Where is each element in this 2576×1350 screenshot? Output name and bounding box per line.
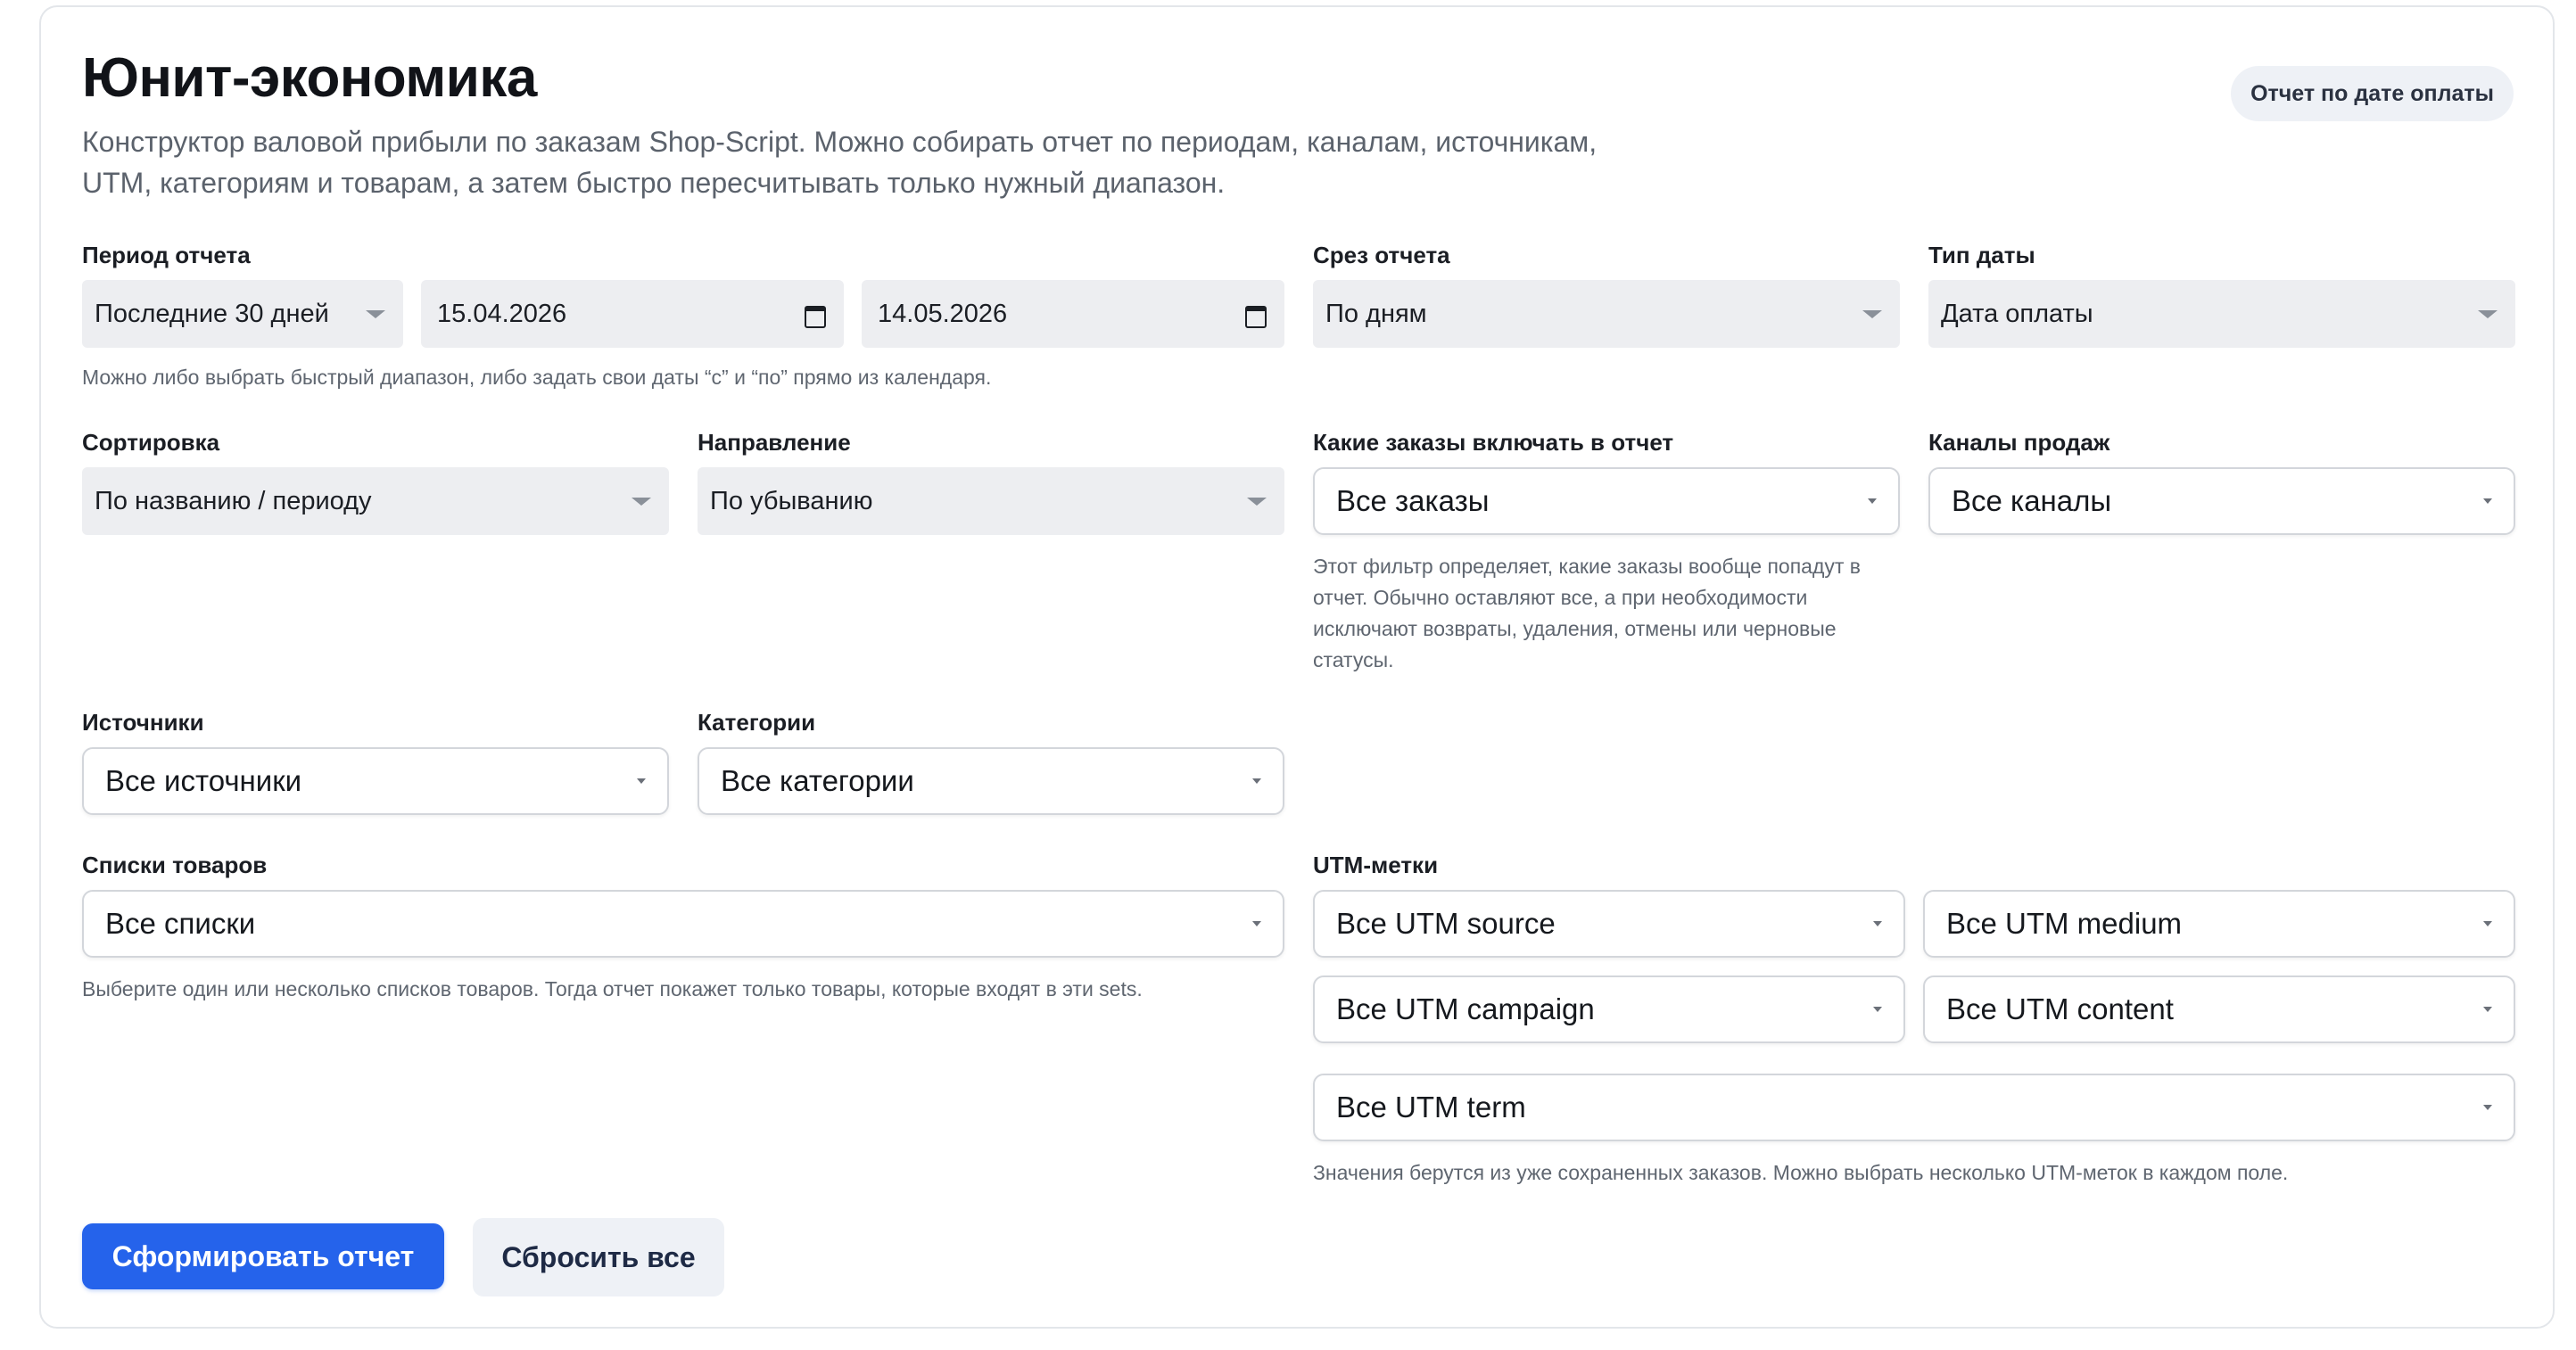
date-to-value: 14.05.2026	[878, 299, 1008, 328]
utm-source-select[interactable]: Все UTM source	[1313, 890, 1905, 958]
categories-value: Все категории	[721, 764, 914, 797]
sources-select[interactable]: Все источники	[82, 747, 669, 815]
orders-value: Все заказы	[1336, 484, 1490, 517]
chevron-down-icon	[1862, 309, 1882, 318]
report-filter-card: Юнит-экономика Конструктор валовой прибы…	[39, 5, 2555, 1329]
chevron-down-icon	[1252, 921, 1261, 926]
date-type-select[interactable]: Дата оплаты	[1928, 280, 2515, 348]
utm-content-value: Все UTM content	[1946, 992, 2174, 1025]
period-hint: Можно либо выбрать быстрый диапазон, либ…	[82, 366, 992, 389]
orders-label: Какие заказы включать в отчет	[1313, 429, 1674, 456]
utm-medium-select[interactable]: Все UTM medium	[1923, 890, 2515, 958]
period-preset-select[interactable]: Последние 30 дней	[82, 280, 403, 348]
chevron-down-icon	[1247, 497, 1267, 506]
page-description: Конструктор валовой прибыли по заказам S…	[82, 126, 1598, 199]
product-lists-label: Списки товаров	[82, 852, 268, 878]
chevron-down-icon	[2478, 309, 2498, 318]
sort-value: По названию / периоду	[95, 486, 372, 515]
utm-hint: Значения берутся из уже сохраненных зака…	[1313, 1161, 2289, 1184]
product-lists-select[interactable]: Все списки	[82, 890, 1284, 958]
orders-select[interactable]: Все заказы	[1313, 467, 1900, 535]
report-by-payment-date-button[interactable]: Отчет по дате оплаты	[2231, 66, 2514, 121]
date-from-value: 15.04.2026	[437, 299, 567, 328]
product-lists-hint: Выберите один или несколько списков това…	[82, 977, 1143, 1000]
chevron-down-icon	[1873, 921, 1882, 926]
chevron-down-icon	[1868, 498, 1877, 504]
chevron-down-icon	[637, 778, 646, 784]
utm-term-value: Все UTM term	[1336, 1091, 1526, 1124]
utm-term-select[interactable]: Все UTM term	[1313, 1074, 2515, 1141]
chevron-down-icon	[366, 309, 385, 318]
date-type-value: Дата оплаты	[1941, 299, 2093, 328]
orders-hint: Этот фильтр определяет, какие заказы воо…	[1313, 555, 1862, 671]
chevron-down-icon	[2483, 1007, 2492, 1012]
utm-medium-value: Все UTM medium	[1946, 907, 2183, 940]
calendar-icon[interactable]	[805, 303, 826, 328]
chevron-down-icon	[1252, 778, 1261, 784]
period-label: Период отчета	[82, 242, 251, 268]
chevron-down-icon	[2483, 921, 2492, 926]
chevron-down-icon	[2483, 1105, 2492, 1110]
sources-value: Все источники	[105, 764, 302, 797]
date-type-label: Тип даты	[1928, 242, 2035, 268]
channels-select[interactable]: Все каналы	[1928, 467, 2515, 535]
utm-campaign-select[interactable]: Все UTM campaign	[1313, 975, 1905, 1043]
date-from-input[interactable]: 15.04.2026	[421, 280, 844, 348]
categories-select[interactable]: Все категории	[698, 747, 1284, 815]
utm-campaign-value: Все UTM campaign	[1336, 992, 1595, 1025]
utm-label: UTM-метки	[1313, 852, 1439, 878]
slice-value: По дням	[1325, 299, 1427, 328]
chevron-down-icon	[1873, 1007, 1882, 1012]
chevron-down-icon	[632, 497, 651, 506]
direction-value: По убыванию	[710, 486, 873, 515]
sort-label: Сортировка	[82, 429, 220, 456]
reset-all-button[interactable]: Сбросить все	[473, 1218, 724, 1296]
calendar-icon[interactable]	[1245, 303, 1267, 328]
sources-label: Источники	[82, 709, 204, 736]
slice-label: Срез отчета	[1313, 242, 1450, 268]
date-to-input[interactable]: 14.05.2026	[862, 280, 1284, 348]
channels-value: Все каналы	[1952, 484, 2112, 517]
utm-content-select[interactable]: Все UTM content	[1923, 975, 2515, 1043]
slice-select[interactable]: По дням	[1313, 280, 1900, 348]
product-lists-value: Все списки	[105, 907, 256, 940]
categories-label: Категории	[698, 709, 816, 736]
sort-select[interactable]: По названию / периоду	[82, 467, 669, 535]
chevron-down-icon	[2483, 498, 2492, 504]
generate-report-button[interactable]: Сформировать отчет	[82, 1223, 444, 1289]
direction-label: Направление	[698, 429, 851, 456]
channels-label: Каналы продаж	[1928, 429, 2110, 456]
utm-source-value: Все UTM source	[1336, 907, 1556, 940]
period-preset-value: Последние 30 дней	[95, 299, 329, 328]
direction-select[interactable]: По убыванию	[698, 467, 1284, 535]
page-title: Юнит-экономика	[82, 47, 537, 109]
